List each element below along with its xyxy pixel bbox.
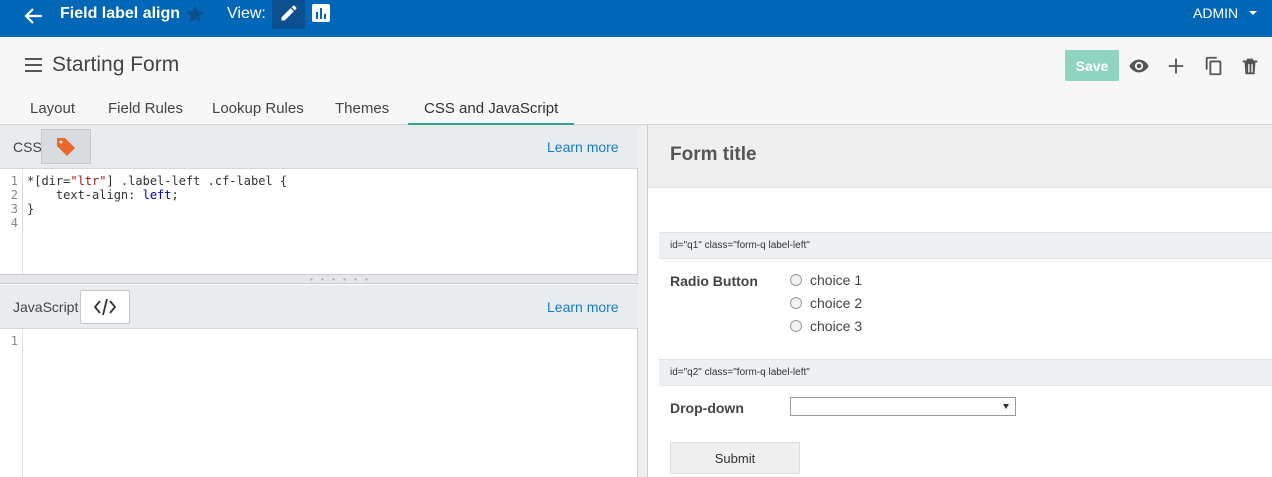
- code-line-1: *[dir="ltr"] .label-left .cf-label {: [27, 174, 288, 188]
- tab-themes[interactable]: Themes: [319, 97, 405, 125]
- menu-icon[interactable]: [25, 58, 42, 72]
- code-line-2: text-align: left;: [27, 188, 179, 202]
- eye-icon[interactable]: [1128, 55, 1150, 77]
- pencil-icon: [281, 5, 297, 21]
- form-title-bar: Form title: [648, 125, 1272, 188]
- copy-icon[interactable]: [1203, 55, 1225, 77]
- form-title: Form title: [670, 144, 757, 165]
- top-bar: Field label align View: ADMIN: [0, 0, 1272, 37]
- tab-layout[interactable]: Layout: [14, 97, 91, 125]
- js-label: JavaScript: [13, 299, 79, 315]
- user-menu[interactable]: ADMIN: [1193, 5, 1238, 21]
- form-name: Starting Form: [52, 53, 180, 76]
- radio-label: choice 3: [810, 318, 863, 334]
- dropdown-arrow-icon: [1003, 404, 1009, 409]
- code-editors: CSS Learn more 1 2 3 4 *[dir="ltr"] .lab…: [0, 125, 638, 477]
- tab-css-and-javascript[interactable]: CSS and JavaScript: [408, 97, 575, 125]
- plus-icon[interactable]: [1165, 55, 1187, 77]
- css-learn-more-link[interactable]: Learn more: [547, 139, 619, 155]
- q2-id-label: id="q2" class="form-q label-left": [659, 359, 1272, 386]
- tab-lookup-rules[interactable]: Lookup Rules: [196, 97, 320, 125]
- arrow-left-icon[interactable]: [22, 4, 46, 28]
- css-editor[interactable]: 1 2 3 4 *[dir="ltr"] .label-left .cf-lab…: [0, 170, 638, 274]
- q1-id-label: id="q1" class="form-q label-left": [659, 232, 1272, 259]
- radio-circle[interactable]: [790, 320, 802, 332]
- dropdown-select[interactable]: [790, 397, 1016, 416]
- line-number: 1: [10, 334, 18, 348]
- radio-circle[interactable]: [790, 297, 802, 309]
- js-editor[interactable]: 1: [0, 330, 638, 477]
- js-code-button[interactable]: [80, 290, 130, 324]
- drag-handle-icon[interactable]: • • • • • •: [310, 276, 371, 284]
- edit-view-button[interactable]: [272, 0, 305, 29]
- view-label: View:: [227, 5, 266, 22]
- pane-divider[interactable]: [638, 125, 647, 477]
- save-button[interactable]: Save: [1065, 50, 1119, 81]
- css-gutter: 1 2 3 4: [0, 170, 23, 274]
- q1-label: Radio Button: [670, 273, 758, 289]
- panel-splitter[interactable]: • • • • • •: [0, 274, 638, 284]
- line-number: 3: [10, 202, 18, 216]
- star-icon[interactable]: [184, 3, 206, 25]
- line-number: 1: [10, 174, 18, 188]
- line-number: 2: [10, 188, 18, 202]
- css-code[interactable]: *[dir="ltr"] .label-left .cf-label { tex…: [27, 174, 287, 216]
- js-learn-more-link[interactable]: Learn more: [547, 299, 619, 315]
- form-preview: Form title id="q1" class="form-q label-l…: [647, 125, 1272, 477]
- tag-icon: [57, 138, 75, 156]
- js-gutter: 1: [0, 330, 23, 477]
- code-line-3: }: [27, 202, 35, 216]
- css-label: CSS: [13, 139, 42, 155]
- q2-label: Drop-down: [670, 400, 744, 416]
- submit-button[interactable]: Submit: [670, 442, 800, 474]
- code-icon: [93, 298, 117, 316]
- line-number: 4: [10, 216, 18, 230]
- css-tag-button[interactable]: [41, 129, 91, 164]
- app-title: Field label align: [60, 5, 181, 22]
- css-panel-header: CSS Learn more: [0, 125, 638, 169]
- tab-field-rules[interactable]: Field Rules: [92, 97, 199, 125]
- form-header: Starting Form Save Layout Field Rules Lo…: [0, 37, 1272, 125]
- radio-label: choice 2: [810, 295, 863, 311]
- bar-chart-icon[interactable]: [311, 3, 331, 23]
- radio-circle[interactable]: [790, 274, 802, 286]
- caret-down-icon[interactable]: [1249, 11, 1257, 15]
- trash-icon[interactable]: [1239, 55, 1261, 77]
- radio-label: choice 1: [810, 272, 863, 288]
- js-panel-header: JavaScript Learn more: [0, 285, 638, 329]
